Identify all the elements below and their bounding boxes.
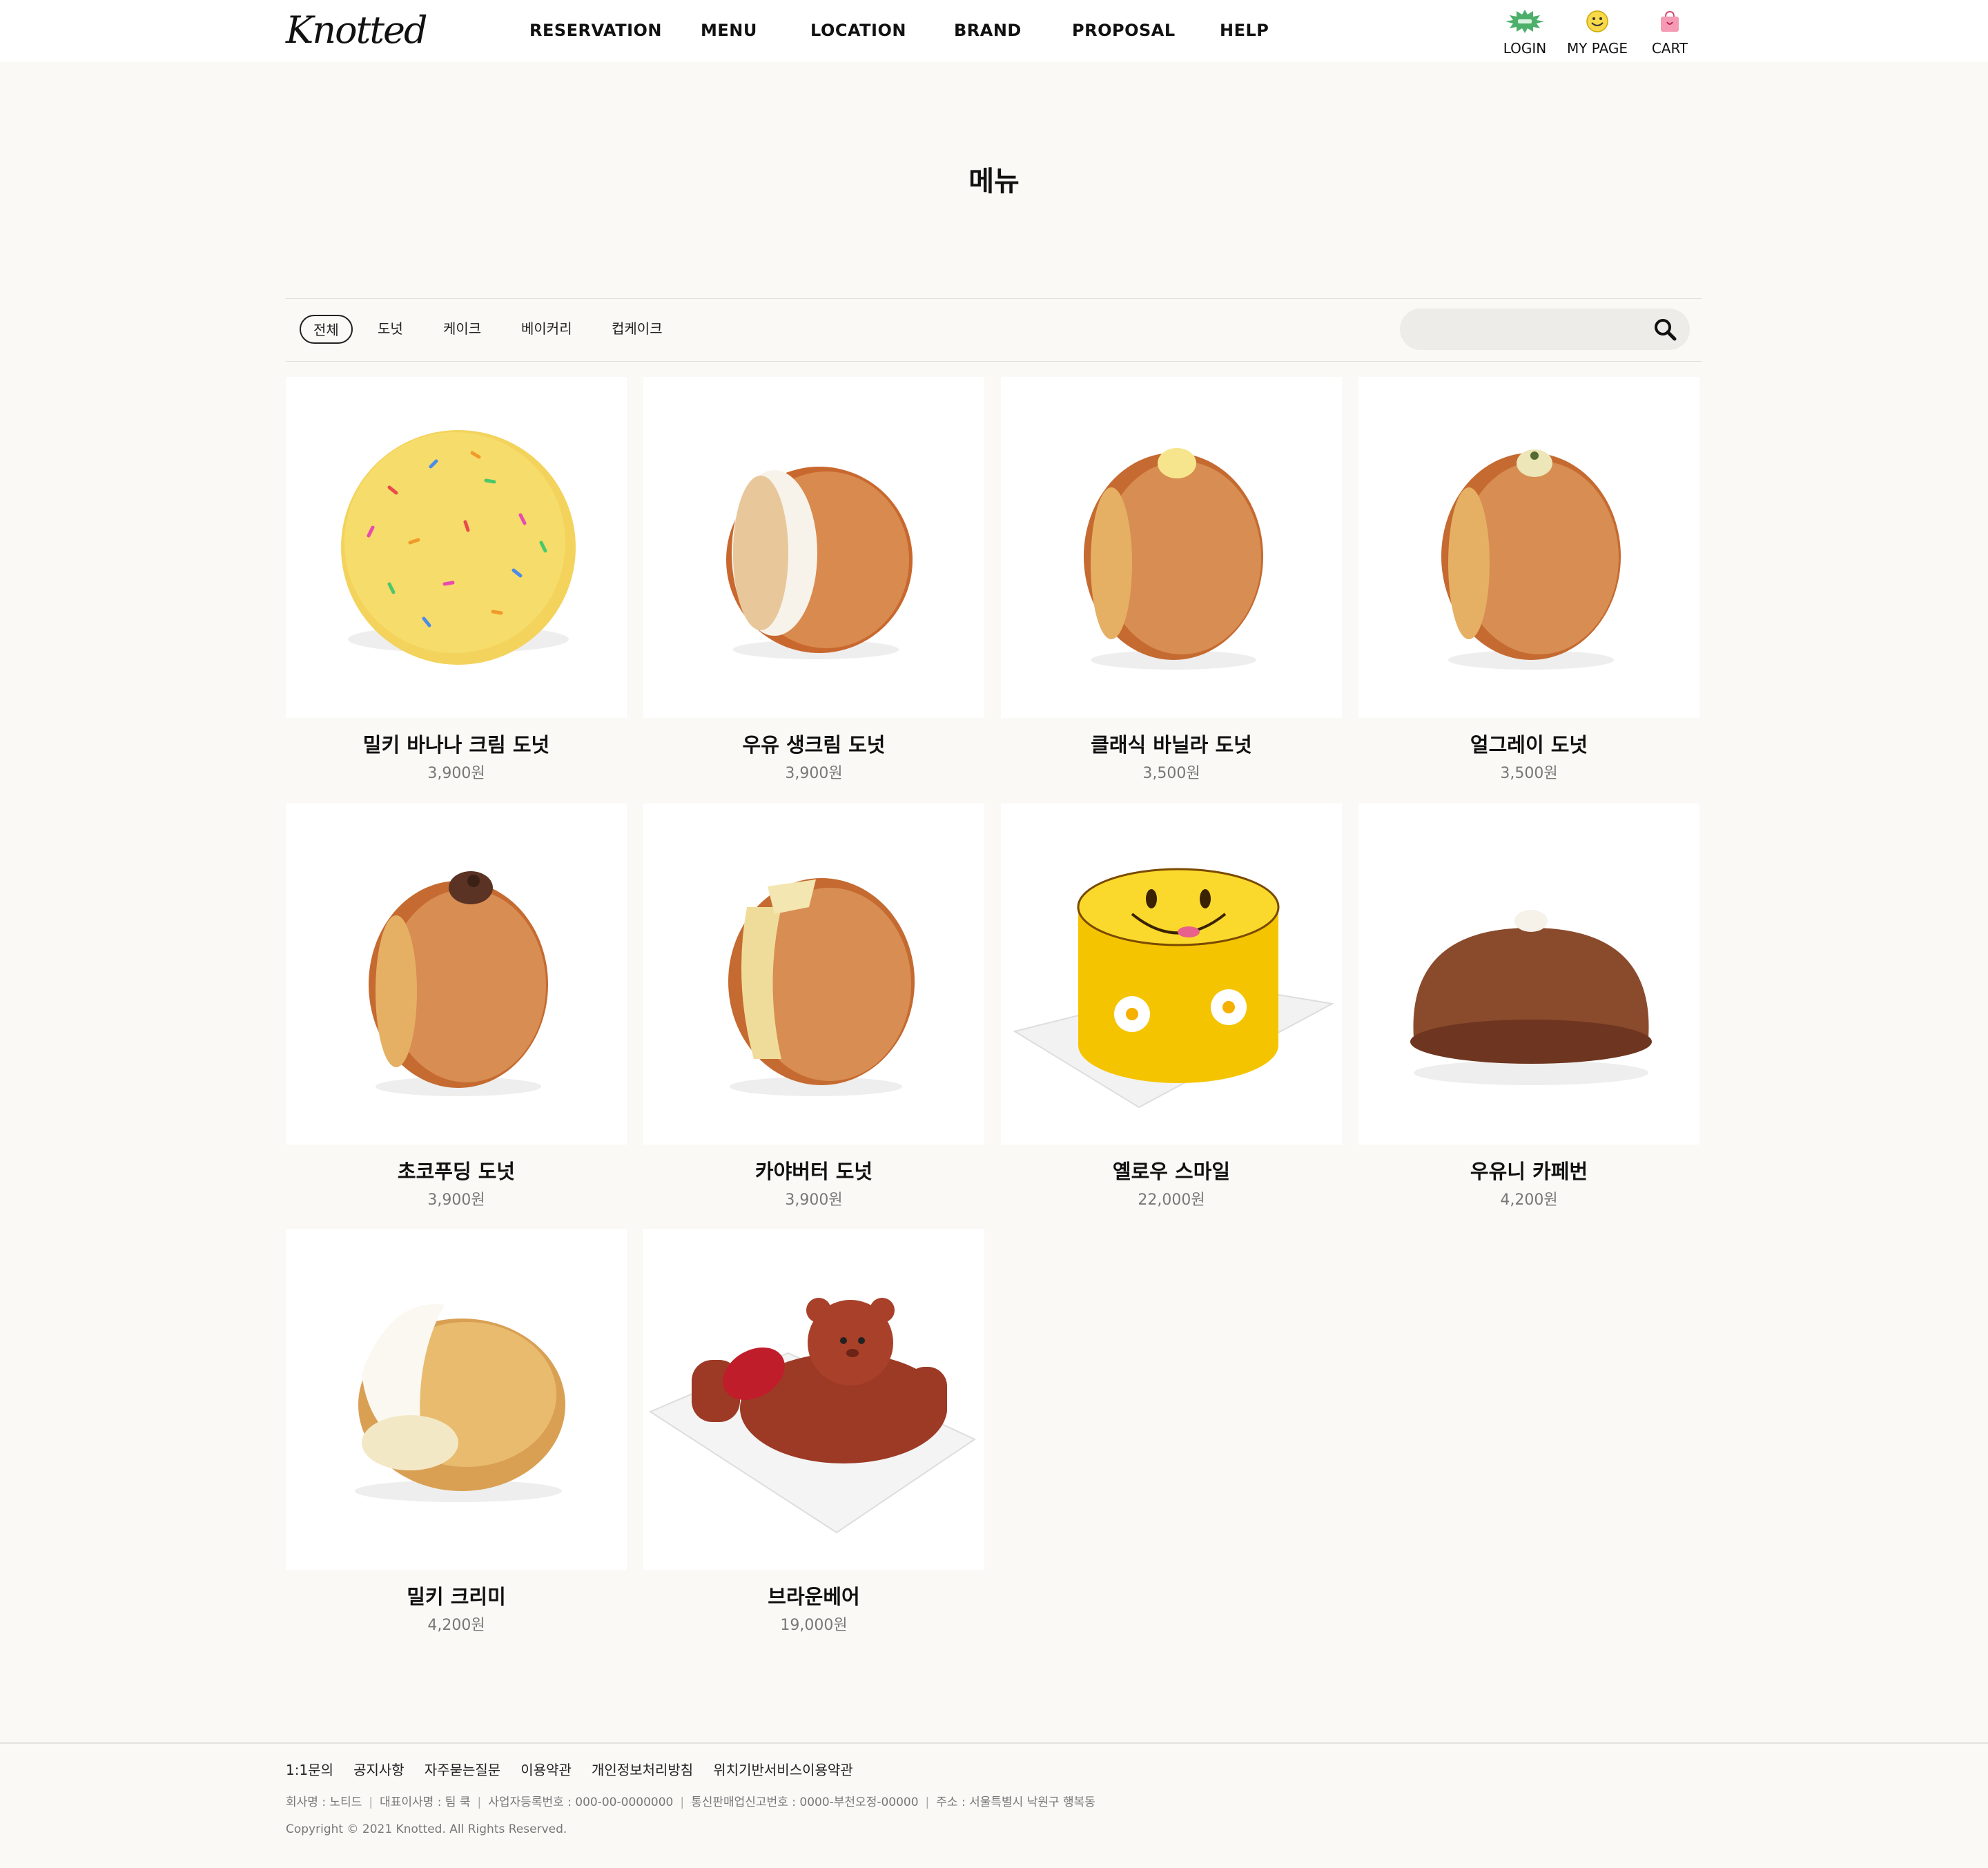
footer-link-terms[interactable]: 이용약관 <box>520 1759 572 1779</box>
smiley-icon <box>1586 10 1608 32</box>
product-image <box>643 377 984 718</box>
cart-label: CART <box>1651 40 1688 57</box>
nav-help[interactable]: HELP <box>1220 21 1269 40</box>
product-card[interactable]: 카야버터 도넛 3,900원 <box>643 804 984 1218</box>
product-price: 3,500원 <box>1142 765 1200 782</box>
product-name: 브라운베어 <box>768 1585 860 1608</box>
product-name: 밀키 바나나 크림 도넛 <box>362 733 550 757</box>
category-cupcake[interactable]: 컵케이크 <box>612 315 663 344</box>
product-image <box>643 804 984 1145</box>
company-name: 회사명 : 노티드 <box>286 1796 362 1809</box>
page-title: 메뉴 <box>968 166 1020 197</box>
company-info: 회사명 : 노티드 | 대표이사명 : 팀 쿡 | 사업자등록번호 : 000-00-0… <box>286 1796 1095 1809</box>
site-header: Knotted RESERVATION MENU LOCATION BRAND … <box>0 0 1988 62</box>
mail-order-number: 통신판매업신고번호 : 0000-부천오정-00000 <box>691 1796 919 1809</box>
filter-bar: 전체 도넛 케이크 베이커리 컵케이크 <box>286 298 1702 362</box>
product-card[interactable]: 밀키 크리미 4,200원 <box>286 1229 627 1643</box>
product-card[interactable]: 초코푸딩 도넛 3,900원 <box>286 804 627 1218</box>
product-price: 4,200원 <box>1500 1191 1558 1209</box>
nav-proposal[interactable]: PROPOSAL <box>1072 21 1176 40</box>
product-name: 초코푸딩 도넛 <box>397 1160 516 1183</box>
product-price: 3,900원 <box>427 1191 485 1209</box>
product-price: 4,200원 <box>427 1617 485 1634</box>
search-box <box>1400 309 1690 350</box>
footer-link-inquiry[interactable]: 1:1문의 <box>286 1759 333 1779</box>
product-price: 3,500원 <box>1500 765 1558 782</box>
product-price: 3,900원 <box>785 765 843 782</box>
product-image <box>286 804 627 1145</box>
footer-link-location-terms[interactable]: 위치기반서비스이용약관 <box>713 1759 852 1779</box>
category-bakery[interactable]: 베이커리 <box>521 315 572 344</box>
product-image <box>1001 377 1342 718</box>
product-price: 3,900원 <box>785 1191 843 1209</box>
product-card[interactable]: 우유 생크림 도넛 3,900원 <box>643 377 984 791</box>
nav-reservation[interactable]: RESERVATION <box>529 21 662 40</box>
product-image <box>1358 804 1699 1145</box>
product-name: 우유니 카페번 <box>1470 1160 1588 1183</box>
category-cake[interactable]: 케이크 <box>443 315 481 344</box>
product-card[interactable]: 얼그레이 도넛 3,500원 <box>1358 377 1699 791</box>
nav-brand[interactable]: BRAND <box>954 21 1022 40</box>
product-image <box>286 377 627 718</box>
product-price: 22,000원 <box>1138 1191 1205 1209</box>
site-footer: 1:1문의 공지사항 자주묻는질문 이용약관 개인정보처리방침 위치기반서비스이… <box>0 1742 1988 1868</box>
shopping-bag-icon <box>1661 10 1679 32</box>
product-price: 3,900원 <box>427 765 485 782</box>
product-card[interactable]: 브라운베어 19,000원 <box>643 1229 984 1643</box>
green-burst-icon <box>1505 10 1544 33</box>
footer-link-notice[interactable]: 공지사항 <box>353 1759 405 1779</box>
product-card[interactable]: 클래식 바닐라 도넛 3,500원 <box>1001 377 1342 791</box>
cart-button[interactable]: CART <box>1632 10 1708 57</box>
category-all[interactable]: 전체 <box>300 315 353 344</box>
product-name: 카야버터 도넛 <box>754 1160 873 1183</box>
footer-link-faq[interactable]: 자주묻는질문 <box>425 1759 500 1779</box>
product-name: 클래식 바닐라 도넛 <box>1091 733 1252 757</box>
product-name: 우유 생크림 도넛 <box>742 733 886 757</box>
footer-links: 1:1문의 공지사항 자주묻는질문 이용약관 개인정보처리방침 위치기반서비스이… <box>286 1759 870 1779</box>
nav-menu[interactable]: MENU <box>701 21 757 40</box>
product-image <box>1001 804 1342 1145</box>
search-input[interactable] <box>1416 315 1644 343</box>
business-number: 사업자등록번호 : 000-00-0000000 <box>488 1796 674 1809</box>
product-image <box>1358 377 1699 718</box>
product-image <box>286 1229 627 1570</box>
product-price: 19,000원 <box>780 1617 848 1634</box>
product-card[interactable]: 우유니 카페번 4,200원 <box>1358 804 1699 1218</box>
ceo-name: 대표이사명 : 팀 쿡 <box>380 1796 471 1809</box>
product-card[interactable]: 옐로우 스마일 22,000원 <box>1001 804 1342 1218</box>
company-address: 주소 : 서울특별시 낙원구 행복동 <box>936 1796 1095 1809</box>
product-card[interactable]: 밀키 바나나 크림 도넛 3,900원 <box>286 377 627 791</box>
nav-location[interactable]: LOCATION <box>810 21 906 40</box>
login-label: LOGIN <box>1503 40 1547 57</box>
product-name: 얼그레이 도넛 <box>1470 733 1588 757</box>
copyright: Copyright © 2021 Knotted. All Rights Res… <box>286 1822 567 1836</box>
product-name: 옐로우 스마일 <box>1112 1160 1231 1183</box>
product-image <box>643 1229 984 1570</box>
footer-link-privacy[interactable]: 개인정보처리방침 <box>592 1759 693 1779</box>
product-name: 밀키 크리미 <box>407 1585 506 1608</box>
mypage-button[interactable]: MY PAGE <box>1559 10 1635 57</box>
search-icon[interactable] <box>1653 317 1677 342</box>
category-donut[interactable]: 도넛 <box>378 315 403 344</box>
mypage-label: MY PAGE <box>1566 40 1628 57</box>
login-button[interactable]: LOGIN <box>1487 10 1563 57</box>
